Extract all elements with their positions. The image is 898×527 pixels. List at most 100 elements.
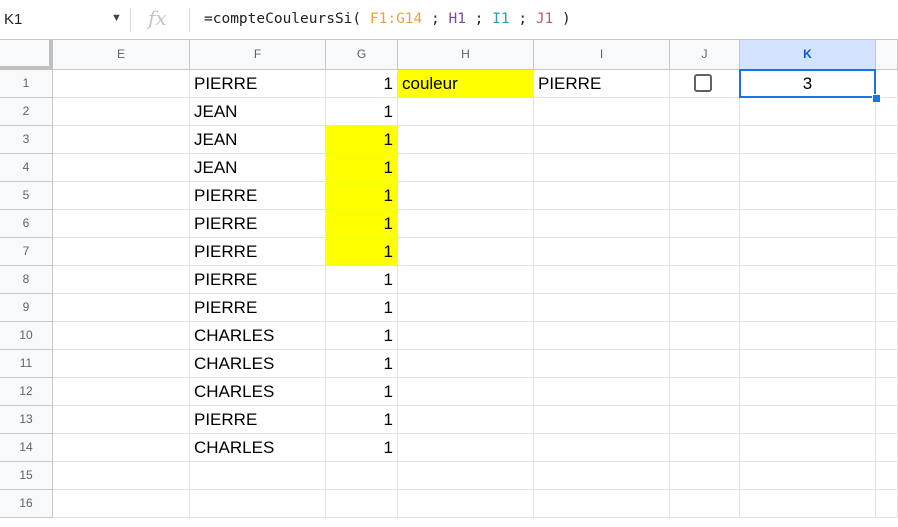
row-header-16[interactable]: 16: [0, 490, 53, 518]
cell-e1[interactable]: [53, 70, 190, 98]
cell-j1[interactable]: [670, 70, 740, 98]
cell-tail-12[interactable]: [876, 378, 898, 406]
row-header-1[interactable]: 1: [0, 70, 53, 98]
cell-i13[interactable]: [534, 406, 670, 434]
cell-k9[interactable]: [740, 294, 876, 322]
cell-e12[interactable]: [53, 378, 190, 406]
column-header-g[interactable]: G: [326, 40, 398, 70]
cell-i7[interactable]: [534, 238, 670, 266]
cell-tail-14[interactable]: [876, 434, 898, 462]
cell-f7[interactable]: PIERRE: [190, 238, 326, 266]
row-header-10[interactable]: 10: [0, 322, 53, 350]
cell-g13[interactable]: 1: [326, 406, 398, 434]
cell-f14[interactable]: CHARLES: [190, 434, 326, 462]
row-header-13[interactable]: 13: [0, 406, 53, 434]
cell-tail-8[interactable]: [876, 266, 898, 294]
cell-i8[interactable]: [534, 266, 670, 294]
cell-j8[interactable]: [670, 266, 740, 294]
cell-f13[interactable]: PIERRE: [190, 406, 326, 434]
cell-j14[interactable]: [670, 434, 740, 462]
cell-i15[interactable]: [534, 462, 670, 490]
cell-i11[interactable]: [534, 350, 670, 378]
formula-input[interactable]: =compteCouleursSi( F1:G14 ; H1 ; I1 ; J1…: [204, 11, 571, 27]
column-header-e[interactable]: E: [53, 40, 190, 70]
cell-tail-15[interactable]: [876, 462, 898, 490]
chevron-down-icon[interactable]: ▼: [111, 12, 122, 24]
row-header-8[interactable]: 8: [0, 266, 53, 294]
cell-tail-13[interactable]: [876, 406, 898, 434]
cell-tail-3[interactable]: [876, 126, 898, 154]
cell-h4[interactable]: [398, 154, 534, 182]
cell-k14[interactable]: [740, 434, 876, 462]
column-header-i[interactable]: I: [534, 40, 670, 70]
cell-k15[interactable]: [740, 462, 876, 490]
row-header-5[interactable]: 5: [0, 182, 53, 210]
cell-f12[interactable]: CHARLES: [190, 378, 326, 406]
cell-g4[interactable]: 1: [326, 154, 398, 182]
row-header-11[interactable]: 11: [0, 350, 53, 378]
cell-i14[interactable]: [534, 434, 670, 462]
cell-e8[interactable]: [53, 266, 190, 294]
cell-f8[interactable]: PIERRE: [190, 266, 326, 294]
cell-k12[interactable]: [740, 378, 876, 406]
cell-h13[interactable]: [398, 406, 534, 434]
cell-tail-9[interactable]: [876, 294, 898, 322]
cell-j10[interactable]: [670, 322, 740, 350]
cell-tail-11[interactable]: [876, 350, 898, 378]
cell-j15[interactable]: [670, 462, 740, 490]
cell-j6[interactable]: [670, 210, 740, 238]
row-header-3[interactable]: 3: [0, 126, 53, 154]
cell-e15[interactable]: [53, 462, 190, 490]
cell-h1[interactable]: couleur: [398, 70, 534, 98]
row-header-7[interactable]: 7: [0, 238, 53, 266]
cell-f5[interactable]: PIERRE: [190, 182, 326, 210]
cell-i4[interactable]: [534, 154, 670, 182]
cell-e4[interactable]: [53, 154, 190, 182]
cell-f9[interactable]: PIERRE: [190, 294, 326, 322]
cell-h14[interactable]: [398, 434, 534, 462]
cell-e11[interactable]: [53, 350, 190, 378]
cell-tail-4[interactable]: [876, 154, 898, 182]
cell-tail-10[interactable]: [876, 322, 898, 350]
cell-k7[interactable]: [740, 238, 876, 266]
cell-h9[interactable]: [398, 294, 534, 322]
cell-f6[interactable]: PIERRE: [190, 210, 326, 238]
cell-k13[interactable]: [740, 406, 876, 434]
cell-j16[interactable]: [670, 490, 740, 518]
cell-j3[interactable]: [670, 126, 740, 154]
row-header-2[interactable]: 2: [0, 98, 53, 126]
cell-e13[interactable]: [53, 406, 190, 434]
cell-h2[interactable]: [398, 98, 534, 126]
cell-h11[interactable]: [398, 350, 534, 378]
cell-e14[interactable]: [53, 434, 190, 462]
select-all-corner[interactable]: [0, 40, 53, 70]
cell-i6[interactable]: [534, 210, 670, 238]
cell-tail-7[interactable]: [876, 238, 898, 266]
cell-h8[interactable]: [398, 266, 534, 294]
cell-i2[interactable]: [534, 98, 670, 126]
cell-j12[interactable]: [670, 378, 740, 406]
cell-g14[interactable]: 1: [326, 434, 398, 462]
cell-g12[interactable]: 1: [326, 378, 398, 406]
cell-g1[interactable]: 1: [326, 70, 398, 98]
cell-f3[interactable]: JEAN: [190, 126, 326, 154]
cell-e9[interactable]: [53, 294, 190, 322]
cell-i9[interactable]: [534, 294, 670, 322]
cell-i12[interactable]: [534, 378, 670, 406]
row-header-9[interactable]: 9: [0, 294, 53, 322]
cell-i3[interactable]: [534, 126, 670, 154]
cell-h5[interactable]: [398, 182, 534, 210]
cell-k10[interactable]: [740, 322, 876, 350]
cell-g3[interactable]: 1: [326, 126, 398, 154]
cell-k1[interactable]: 3: [740, 70, 876, 98]
column-header-k[interactable]: K: [740, 40, 876, 70]
cell-i10[interactable]: [534, 322, 670, 350]
cell-tail-6[interactable]: [876, 210, 898, 238]
cell-h3[interactable]: [398, 126, 534, 154]
row-header-6[interactable]: 6: [0, 210, 53, 238]
cell-g9[interactable]: 1: [326, 294, 398, 322]
cell-f2[interactable]: JEAN: [190, 98, 326, 126]
cell-e10[interactable]: [53, 322, 190, 350]
cell-h15[interactable]: [398, 462, 534, 490]
cell-g11[interactable]: 1: [326, 350, 398, 378]
